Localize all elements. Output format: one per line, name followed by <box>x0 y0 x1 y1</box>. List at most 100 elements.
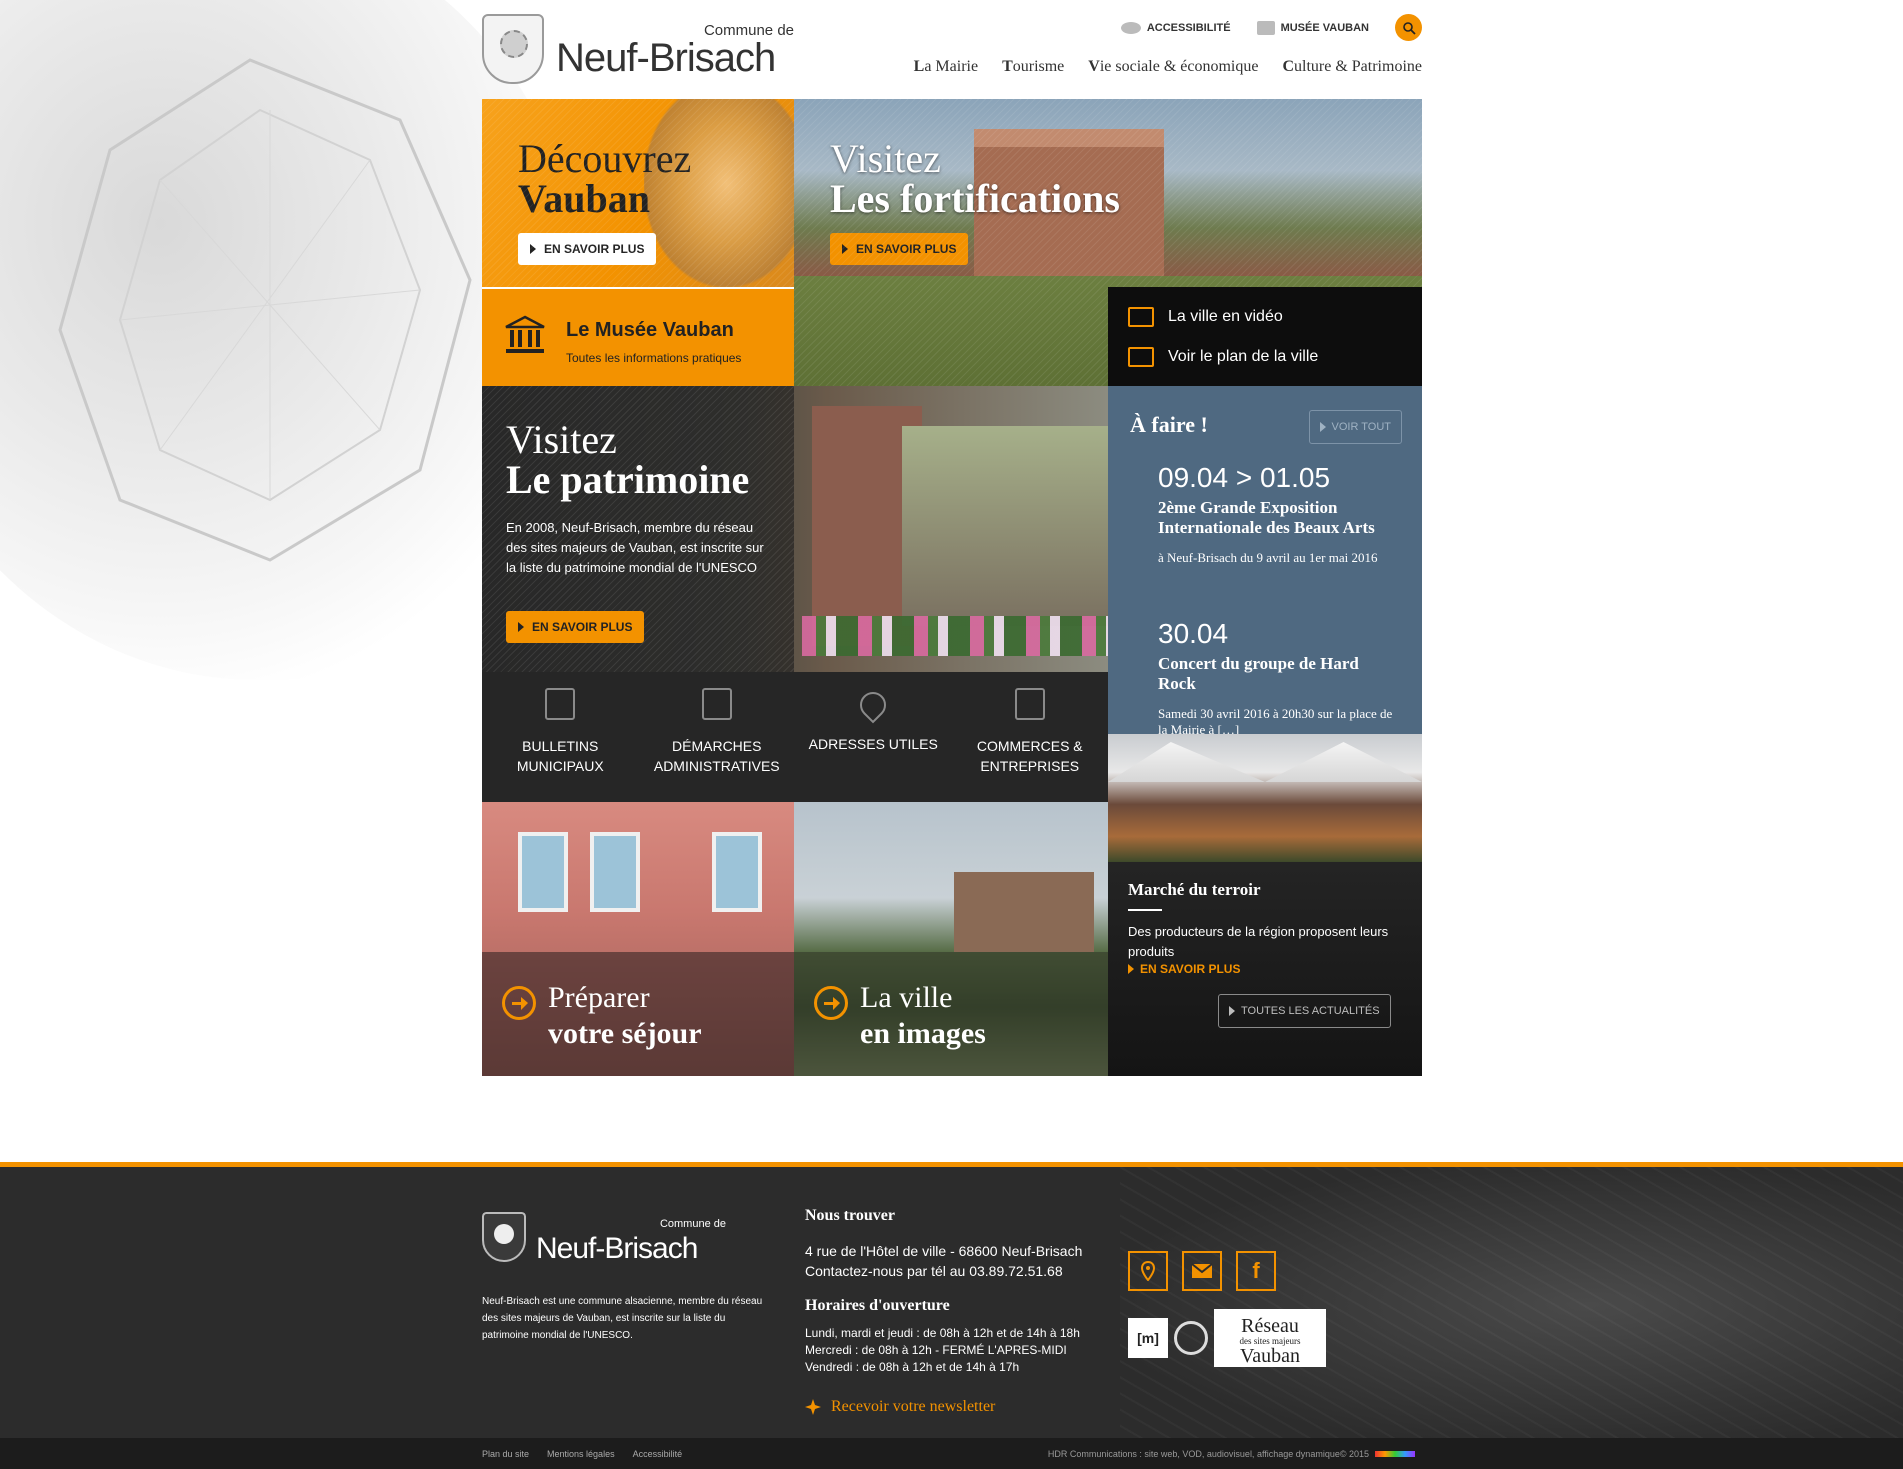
accessibility-link[interactable]: ACCESSIBILITÉ <box>1120 21 1231 34</box>
sejour-line2: votre séjour <box>548 1017 702 1050</box>
musee-subtitle: Toutes les informations pratiques <box>566 351 742 365</box>
shop-icon <box>1014 688 1045 720</box>
nav-la-mairie[interactable]: La Mairie <box>914 58 978 76</box>
museum-icon <box>505 315 545 353</box>
footer-partners: [m] Réseau des sites majeurs Vauban <box>1128 1309 1326 1367</box>
link-plan-de-la-ville[interactable]: Voir le plan de la ville <box>1128 347 1318 367</box>
facebook-icon: f <box>1252 1258 1260 1283</box>
link-accessibilite[interactable]: Accessibilité <box>633 1449 683 1459</box>
main-container: Commune de Neuf-Brisach ACCESSIBILITÉ MU… <box>482 0 1422 1076</box>
event-date: 30.04 <box>1158 618 1229 649</box>
nav-culture-patrimoine[interactable]: Culture & Patrimoine <box>1282 58 1422 76</box>
quick-link-bulletins[interactable]: BULLETINS MUNICIPAUX <box>482 672 639 802</box>
facebook-button[interactable]: f <box>1236 1251 1276 1291</box>
footer-hours: Lundi, mardi et jeudi : de 08h à 12h et … <box>805 1326 1080 1374</box>
hdr-logo-icon <box>1375 1451 1415 1457</box>
envelope-icon <box>1191 1263 1213 1278</box>
newsletter-link[interactable]: Recevoir votre newsletter <box>805 1398 1105 1416</box>
event-item[interactable]: 30.04 Concert du groupe de Hard Rock Sam… <box>1158 618 1398 734</box>
play-arrow-icon <box>518 622 524 632</box>
email-button[interactable] <box>1182 1251 1222 1291</box>
logo-title: Neuf-Brisach <box>556 36 776 80</box>
quick-link-adresses[interactable]: ADRESSES UTILES <box>795 672 952 802</box>
footer-description: Neuf-Brisach est une commune alsacienne,… <box>482 1296 763 1341</box>
search-icon <box>1402 21 1416 35</box>
tile-preparer-sejour[interactable]: Préparer votre séjour <box>482 802 794 1076</box>
form-edit-icon <box>701 688 732 720</box>
footer-hours-title: Horaires d'ouverture <box>805 1297 950 1314</box>
footer-find-title: Nous trouver <box>805 1207 895 1224</box>
coat-of-arms-icon <box>482 14 544 84</box>
tile-video-plan: La ville en vidéo Voir le plan de la vil… <box>1108 287 1422 386</box>
event-title: 2ème Grande Exposition Internationale de… <box>1158 498 1375 537</box>
arrow-circle-icon <box>814 986 848 1020</box>
fort-title-line1: Visitez <box>830 136 941 181</box>
event-item[interactable]: 09.04 > 01.05 2ème Grande Exposition Int… <box>1158 462 1398 566</box>
footer-social: f <box>1128 1251 1276 1291</box>
site-header: Commune de Neuf-Brisach ACCESSIBILITÉ MU… <box>482 0 1422 99</box>
voir-tout-button[interactable]: VOIR TOUT <box>1308 410 1402 444</box>
patrimoine-text: En 2008, Neuf-Brisach, membre du réseau … <box>506 520 764 575</box>
market-image <box>1108 734 1422 862</box>
footer-address: 4 rue de l'Hôtel de ville - 68600 Neuf-B… <box>805 1243 1083 1259</box>
credit-link[interactable]: HDR Communications : site web, VOD, audi… <box>1048 1449 1415 1459</box>
nav-vie-sociale[interactable]: Vie sociale & économique <box>1088 58 1258 76</box>
footer-logo[interactable]: Commune de Neuf-Brisach <box>482 1212 726 1265</box>
fortifications-more-button[interactable]: EN SAVOIR PLUS <box>830 233 969 265</box>
play-arrow-icon <box>1319 422 1326 432</box>
musee-title: Le Musée Vauban <box>566 319 734 341</box>
event-title: Concert du groupe de Hard Rock <box>1158 654 1359 693</box>
link-ville-en-video[interactable]: La ville en vidéo <box>1128 307 1283 327</box>
musee-vauban-link[interactable]: MUSÉE VAUBAN <box>1256 20 1369 35</box>
patrimoine-title-line2: Le patrimoine <box>506 457 750 502</box>
bottom-links: Plan du site Mentions légales Accessibil… <box>482 1449 682 1459</box>
patrimoine-title-line1: Visitez <box>506 417 617 462</box>
vauban-more-button[interactable]: EN SAVOIR PLUS <box>518 233 657 265</box>
aerial-map-background <box>1120 1167 1903 1438</box>
search-button[interactable] <box>1395 14 1422 41</box>
facade-window-image <box>518 832 568 912</box>
coat-of-arms-icon <box>482 1212 526 1262</box>
tile-ville-en-images[interactable]: La ville en images <box>794 802 1108 1076</box>
tile-musee-vauban[interactable]: Le Musée Vauban Toutes les informations … <box>482 287 794 386</box>
patrimoine-more-button[interactable]: EN SAVOIR PLUS <box>506 611 645 643</box>
site-logo[interactable]: Commune de Neuf-Brisach <box>482 14 796 84</box>
vauban-title-line2: Vauban <box>518 176 650 221</box>
toutes-actualites-button[interactable]: TOUTES LES ACTUALITÉS <box>1218 994 1391 1028</box>
bottom-bar: Plan du site Mentions légales Accessibil… <box>0 1438 1903 1469</box>
sejour-line1: Préparer <box>548 981 650 1014</box>
site-footer: Commune de Neuf-Brisach Neuf-Brisach est… <box>0 1162 1903 1438</box>
footer-contact: Nous trouver 4 rue de l'Hôtel de ville -… <box>805 1207 1105 1416</box>
quick-link-demarches[interactable]: DÉMARCHES ADMINISTRATIVES <box>639 672 796 802</box>
play-arrow-icon <box>842 244 848 254</box>
museum-icon <box>1256 20 1275 35</box>
reseau-vauban-partner-logo[interactable]: Réseau des sites majeurs Vauban <box>1214 1309 1326 1367</box>
link-plan-du-site[interactable]: Plan du site <box>482 1449 529 1459</box>
images-line2: en images <box>860 1017 986 1050</box>
background-map-decoration <box>0 0 560 680</box>
newspaper-icon <box>545 688 576 720</box>
monuments-partner-logo[interactable]: [m] <box>1128 1318 1168 1358</box>
nav-tourisme[interactable]: Tourisme <box>1002 58 1064 76</box>
quick-links-bar: BULLETINS MUNICIPAUX DÉMARCHES ADMINISTR… <box>482 672 1108 802</box>
images-line1: La ville <box>860 981 953 1014</box>
tile-decouvrez-vauban: Découvrez Vauban EN SAVOIR PLUS <box>482 99 794 287</box>
top-utility-links: ACCESSIBILITÉ MUSÉE VAUBAN <box>1120 14 1422 41</box>
play-arrow-icon <box>530 244 536 254</box>
actualite-title: Marché du terroir <box>1128 880 1261 899</box>
tile-actualite: Marché du terroir Des producteurs de la … <box>1108 734 1422 1076</box>
location-button[interactable] <box>1128 1251 1168 1291</box>
map-icon <box>1128 347 1154 367</box>
play-arrow-icon <box>1229 1006 1235 1016</box>
tile-patrimoine: Visitez Le patrimoine En 2008, Neuf-Brisa… <box>482 386 1108 672</box>
play-arrow-icon <box>1128 964 1134 974</box>
event-date: 09.04 > 01.05 <box>1158 462 1331 493</box>
a-faire-title: À faire ! <box>1130 412 1208 437</box>
unesco-partner-logo[interactable] <box>1174 1321 1208 1355</box>
actualite-more-link[interactable]: EN SAVOIR PLUS <box>1128 962 1240 976</box>
quick-link-commerces[interactable]: COMMERCES & ENTREPRISES <box>952 672 1109 802</box>
actualite-text: Des producteurs de la région proposent l… <box>1128 924 1389 959</box>
footer-phone: Contactez-nous par tél au 03.89.72.51.68 <box>805 1263 1063 1279</box>
link-mentions-legales[interactable]: Mentions légales <box>547 1449 615 1459</box>
event-description: Samedi 30 avril 2016 à 20h30 sur la plac… <box>1158 706 1393 734</box>
